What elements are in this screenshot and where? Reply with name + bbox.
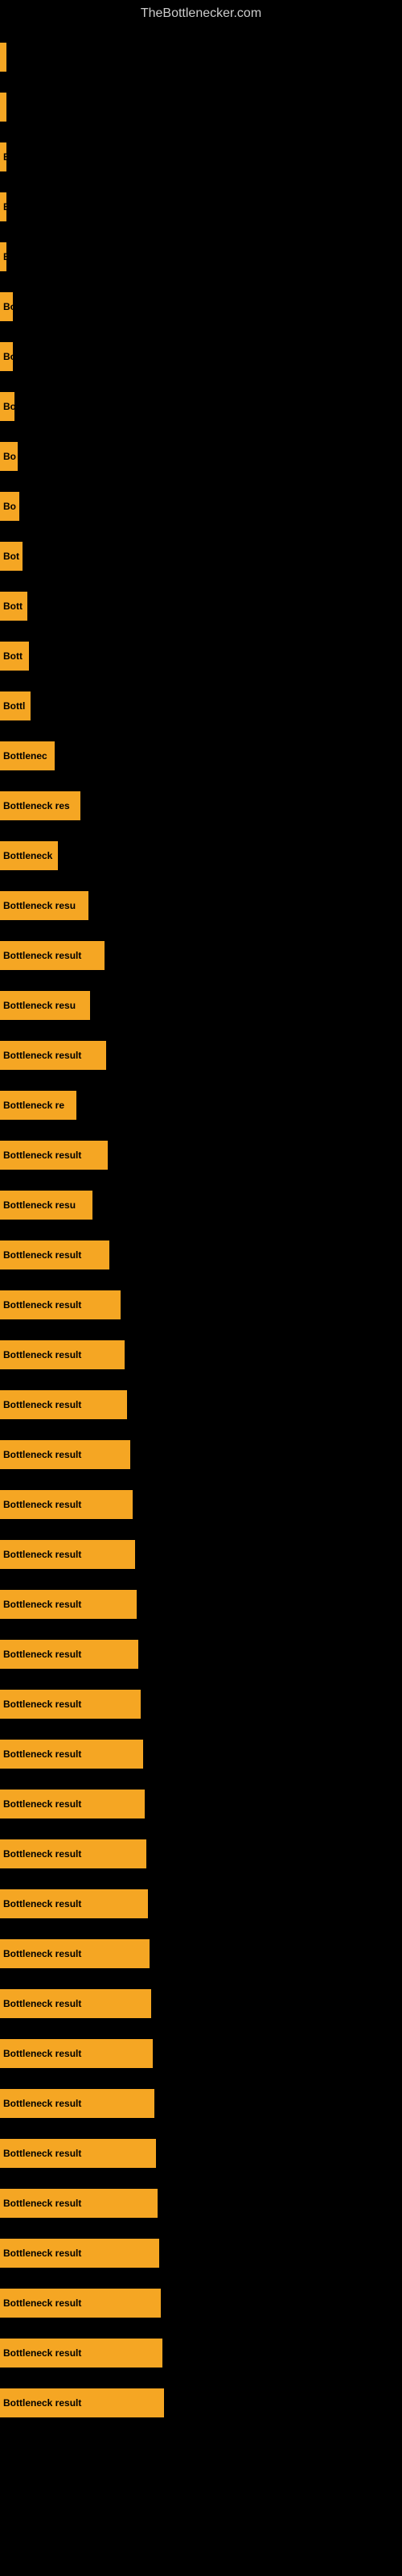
bar-row: Bottleneck result	[0, 1380, 402, 1430]
bar-row: Bottleneck result	[0, 2178, 402, 2228]
bar-label: Bottleneck result	[0, 2039, 153, 2068]
bar-label: Bottleneck result	[0, 2089, 154, 2118]
bar-label	[0, 93, 6, 122]
bar-row: Bottleneck result	[0, 1779, 402, 1829]
bar-row: Bottleneck result	[0, 1480, 402, 1530]
bar-row: Bottl	[0, 681, 402, 731]
bar-label: Bottleneck result	[0, 1041, 106, 1070]
bar-label: Bottl	[0, 691, 31, 720]
bar-row: B	[0, 232, 402, 282]
bar-label: Bottleneck result	[0, 1889, 148, 1918]
site-title: TheBottlenecker.com	[0, 0, 402, 27]
bar-row: Bo	[0, 431, 402, 481]
bar-row: Bo	[0, 332, 402, 382]
bar-row: Bott	[0, 631, 402, 681]
bar-label: Bottleneck result	[0, 1590, 137, 1619]
bar-label: Bottleneck res	[0, 791, 80, 820]
bar-row: Bottleneck result	[0, 1829, 402, 1879]
bar-label: Bottleneck resu	[0, 991, 90, 1020]
bar-label: Bott	[0, 592, 27, 621]
bar-row: Bottlenec	[0, 731, 402, 781]
bar-row: Bottleneck result	[0, 1579, 402, 1629]
bar-label: Bo	[0, 442, 18, 471]
bar-label: Bottleneck result	[0, 2388, 164, 2417]
bar-label: Bottleneck result	[0, 1790, 145, 1818]
bar-label: Bottleneck result	[0, 1390, 127, 1419]
bar-row: Bottleneck result	[0, 931, 402, 980]
bar-label: Bottleneck re	[0, 1091, 76, 1120]
bar-label: Bottlenec	[0, 741, 55, 770]
bar-label: Bottleneck result	[0, 2189, 158, 2218]
bar-row	[0, 32, 402, 82]
bar-label: Bottleneck result	[0, 1690, 141, 1719]
bar-label: Bo	[0, 342, 13, 371]
bar-row: Bottleneck result	[0, 1979, 402, 2029]
bar-row: Bottleneck resu	[0, 980, 402, 1030]
bar-label: Bottleneck result	[0, 2239, 159, 2268]
bar-row: Bottleneck result	[0, 1230, 402, 1280]
bar-row: Bot	[0, 531, 402, 581]
bar-label: Bottleneck result	[0, 1939, 150, 1968]
bar-row: Bottleneck re	[0, 1080, 402, 1130]
bar-row: B	[0, 132, 402, 182]
bar-label: Bottleneck	[0, 841, 58, 870]
bar-row: Bottleneck result	[0, 1280, 402, 1330]
bar-row: Bottleneck resu	[0, 881, 402, 931]
bar-label: B	[0, 192, 6, 221]
bar-row: Bottleneck result	[0, 1679, 402, 1729]
bar-label: Bottleneck resu	[0, 1191, 92, 1220]
bar-label: B	[0, 242, 6, 271]
bar-row: Bottleneck result	[0, 2378, 402, 2428]
bar-row: Bo	[0, 481, 402, 531]
bar-label: Bottleneck result	[0, 2139, 156, 2168]
bar-row: Bo	[0, 382, 402, 431]
bar-label: Bo	[0, 292, 13, 321]
bar-row: Bottleneck result	[0, 1030, 402, 1080]
bar-label: Bottleneck result	[0, 1290, 121, 1319]
bar-row: Bottleneck result	[0, 2128, 402, 2178]
bar-label: Bottleneck result	[0, 1490, 133, 1519]
bar-label: Bottleneck resu	[0, 891, 88, 920]
bar-label: Bot	[0, 542, 23, 571]
bar-label: Bottleneck result	[0, 1839, 146, 1868]
bar-label: Bottleneck result	[0, 1440, 130, 1469]
bar-label: Bottleneck result	[0, 1540, 135, 1569]
bar-row: Bott	[0, 581, 402, 631]
bar-row: Bottleneck result	[0, 2029, 402, 2079]
bar-label: Bottleneck result	[0, 1241, 109, 1269]
bar-label: Bottleneck result	[0, 941, 105, 970]
bar-label: Bott	[0, 642, 29, 671]
bar-label: Bottleneck result	[0, 2339, 162, 2368]
bar-label: Bottleneck result	[0, 2289, 161, 2318]
bar-row: Bottleneck resu	[0, 1180, 402, 1230]
bar-row: Bottleneck result	[0, 1879, 402, 1929]
bar-row: Bottleneck result	[0, 2079, 402, 2128]
bar-row: Bottleneck result	[0, 2328, 402, 2378]
bar-row: Bo	[0, 282, 402, 332]
bar-label: Bottleneck result	[0, 1740, 143, 1769]
bar-label: B	[0, 142, 6, 171]
bar-row: Bottleneck res	[0, 781, 402, 831]
bar-label: Bottleneck result	[0, 1640, 138, 1669]
bar-label: Bottleneck result	[0, 1989, 151, 2018]
bar-label: Bo	[0, 492, 19, 521]
bar-row: Bottleneck result	[0, 1430, 402, 1480]
bar-label: Bottleneck result	[0, 1141, 108, 1170]
bar-row	[0, 82, 402, 132]
bar-row: Bottleneck result	[0, 1729, 402, 1779]
bar-row: Bottleneck result	[0, 1530, 402, 1579]
bars-container: BBBBoBoBoBoBoBotBottBottBottlBottlenecBo…	[0, 24, 402, 2436]
bar-row: Bottleneck	[0, 831, 402, 881]
bar-row: Bottleneck result	[0, 1130, 402, 1180]
bar-row: Bottleneck result	[0, 2228, 402, 2278]
bar-row: Bottleneck result	[0, 2278, 402, 2328]
bar-row: B	[0, 182, 402, 232]
bar-row: Bottleneck result	[0, 1330, 402, 1380]
bar-row: Bottleneck result	[0, 1929, 402, 1979]
bar-row: Bottleneck result	[0, 1629, 402, 1679]
bar-label: Bottleneck result	[0, 1340, 125, 1369]
bar-label: Bo	[0, 392, 14, 421]
bar-label	[0, 43, 6, 72]
